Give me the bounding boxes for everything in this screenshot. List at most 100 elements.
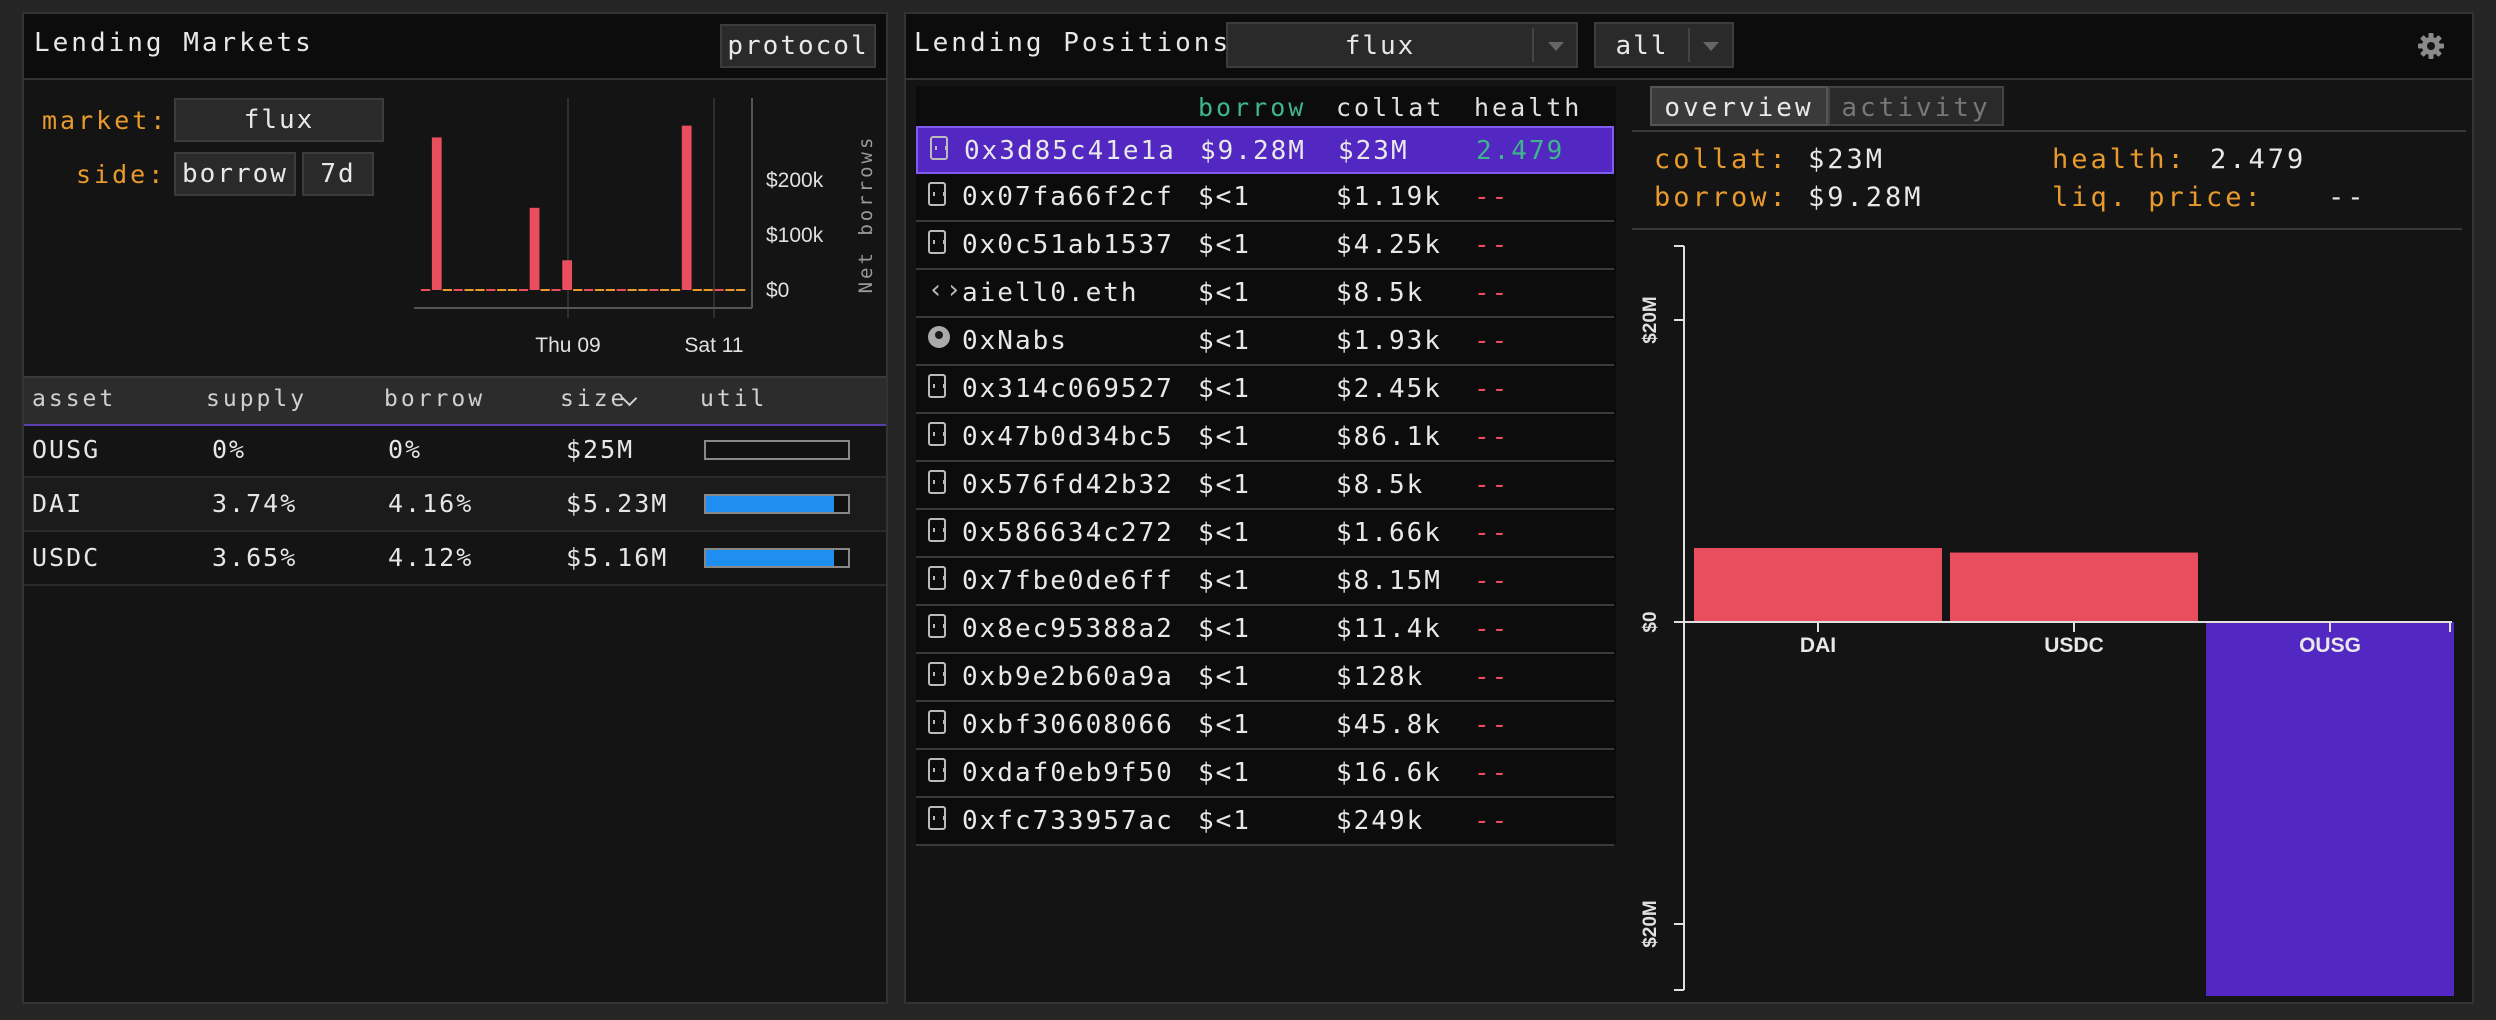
net-borrow-bar: [540, 289, 550, 291]
position-health: --: [1474, 806, 1510, 836]
position-row[interactable]: 0x8ec95388a2 $<1 $11.4k --: [916, 606, 1614, 654]
net-borrow-bar: [692, 289, 702, 291]
position-health: --: [1474, 566, 1510, 596]
contract-glyph: [933, 528, 945, 532]
position-row[interactable]: 0xb9e2b60a9a $<1 $128k --: [916, 654, 1614, 702]
position-borrow: $9.28M: [1200, 136, 1306, 166]
position-health: --: [1474, 470, 1510, 500]
chart-bars: [1694, 548, 2454, 996]
position-health: --: [1474, 758, 1510, 788]
contract-icon: [928, 470, 946, 494]
gear-icon[interactable]: [2416, 31, 2446, 61]
position-address: 0x8ec95388a2: [962, 614, 1174, 644]
tab-overview[interactable]: overview: [1650, 86, 1828, 126]
position-row[interactable]: 0xdaf0eb9f50 $<1 $16.6k --: [916, 750, 1614, 798]
cell-supply: 3.74%: [212, 489, 298, 518]
chart-y-tick: $20M: [1640, 900, 1661, 948]
contract-icon: [928, 710, 946, 734]
avatar-glyph: [935, 331, 943, 339]
util-bar: [704, 548, 850, 568]
positions-table-header: borrow collat health: [916, 86, 1616, 126]
position-row[interactable]: 0x7fbe0de6ff $<1 $8.15M --: [916, 558, 1614, 606]
tab-activity[interactable]: activity: [1828, 86, 2004, 126]
position-row[interactable]: 0x576fd42b32 $<1 $8.5k --: [916, 462, 1614, 510]
lending-markets-panel: Lending Markets protocol market: flux si…: [22, 12, 888, 1004]
position-borrow: $<1: [1198, 230, 1251, 260]
position-health: --: [1474, 518, 1510, 548]
position-row[interactable]: 0xNabs $<1 $1.93k --: [916, 318, 1614, 366]
position-row[interactable]: 0x47b0d34bc5 $<1 $86.1k --: [916, 414, 1614, 462]
col-header-util[interactable]: util: [700, 386, 767, 412]
net-borrow-bar: [551, 289, 561, 291]
position-borrow: $<1: [1198, 326, 1251, 356]
position-row[interactable]: 0xfc733957ac $<1 $249k --: [916, 798, 1614, 846]
positions-market-select[interactable]: flux: [1226, 22, 1578, 68]
positions-header: Lending Positions flux all: [906, 14, 2472, 80]
net-borrow-bar: [670, 289, 681, 291]
cell-size: $5.16M: [566, 543, 669, 572]
position-row[interactable]: 0x07fa66f2cf $<1 $1.19k --: [916, 174, 1614, 222]
position-row[interactable]: 0x0c51ab1537 $<1 $4.25k --: [916, 222, 1614, 270]
col-header-collat[interactable]: collat: [1336, 93, 1444, 122]
positions-filter-select[interactable]: all: [1594, 22, 1734, 68]
position-address: 0x314c069527: [962, 374, 1174, 404]
code-icon: ‹›: [928, 275, 964, 305]
position-collat: $86.1k: [1336, 422, 1442, 452]
contract-glyph: [933, 480, 945, 484]
position-borrow: $<1: [1198, 374, 1251, 404]
chart-x-tick: DAI: [1800, 634, 1836, 657]
positions-table: borrow collat health 0x3d85c41e1a $9.28M $…: [916, 86, 1616, 846]
contract-icon: [930, 136, 948, 160]
col-header-health[interactable]: health: [1474, 93, 1582, 122]
table-row[interactable]: DAI 3.74% 4.16% $5.23M: [24, 478, 886, 532]
contract-icon: [928, 374, 946, 398]
net-borrow-bar: [518, 289, 529, 291]
contract-icon: [928, 566, 946, 590]
position-borrow: $<1: [1198, 518, 1251, 548]
collat-label: collat:: [1654, 144, 1789, 175]
net-borrow-bar: [649, 289, 659, 291]
col-header-borrow[interactable]: borrow: [1198, 93, 1306, 122]
position-collat: $128k: [1336, 662, 1425, 692]
detail-divider: [1632, 228, 2462, 230]
positions-filter-value: all: [1615, 31, 1669, 61]
chart-axis-title: Net borrows: [855, 135, 877, 294]
cell-supply: 3.65%: [212, 543, 298, 572]
col-header-size[interactable]: size: [560, 386, 627, 412]
position-health: --: [1474, 278, 1510, 308]
position-row[interactable]: 0xbf30608066 $<1 $45.8k --: [916, 702, 1614, 750]
position-collat: $8.5k: [1336, 278, 1425, 308]
contract-icon: [928, 806, 946, 830]
table-row[interactable]: OUSG 0% 0% $25M: [24, 424, 886, 478]
position-collat: $249k: [1336, 806, 1425, 836]
position-row[interactable]: 0x3d85c41e1a $9.28M $23M 2.479: [916, 126, 1614, 174]
position-health: 2.479: [1476, 136, 1565, 166]
position-address: 0x586634c272: [962, 518, 1174, 548]
table-row[interactable]: USDC 3.65% 4.12% $5.16M: [24, 532, 886, 586]
net-borrow-bar: [616, 289, 626, 291]
net-borrow-bar: [681, 125, 692, 290]
position-borrow: $<1: [1198, 806, 1251, 836]
position-collat: $45.8k: [1336, 710, 1442, 740]
net-borrow-bar: [475, 289, 485, 291]
position-row[interactable]: ‹› aiell0.eth $<1 $8.5k --: [916, 270, 1614, 318]
net-borrow-bar: [605, 289, 615, 291]
protocol-button[interactable]: protocol: [720, 24, 876, 68]
contract-glyph: [933, 240, 945, 244]
col-header-supply[interactable]: supply: [206, 386, 307, 412]
net-borrow-bar: [453, 289, 463, 291]
markets-header: Lending Markets protocol: [24, 14, 886, 80]
position-address: 0xb9e2b60a9a: [962, 662, 1174, 692]
net-borrow-bar: [497, 289, 507, 291]
position-row[interactable]: 0x586634c272 $<1 $1.66k --: [916, 510, 1614, 558]
position-health: --: [1474, 614, 1510, 644]
net-borrow-bar: [431, 137, 442, 290]
position-borrow: $<1: [1198, 182, 1251, 212]
position-collat: $1.93k: [1336, 326, 1442, 356]
position-row[interactable]: 0x314c069527 $<1 $2.45k --: [916, 366, 1614, 414]
chevron-down-icon: [1703, 42, 1719, 51]
col-header-asset[interactable]: asset: [32, 386, 116, 412]
contract-glyph: [935, 146, 947, 150]
col-header-borrow[interactable]: borrow: [384, 386, 485, 412]
asset-bar: [2206, 622, 2454, 996]
